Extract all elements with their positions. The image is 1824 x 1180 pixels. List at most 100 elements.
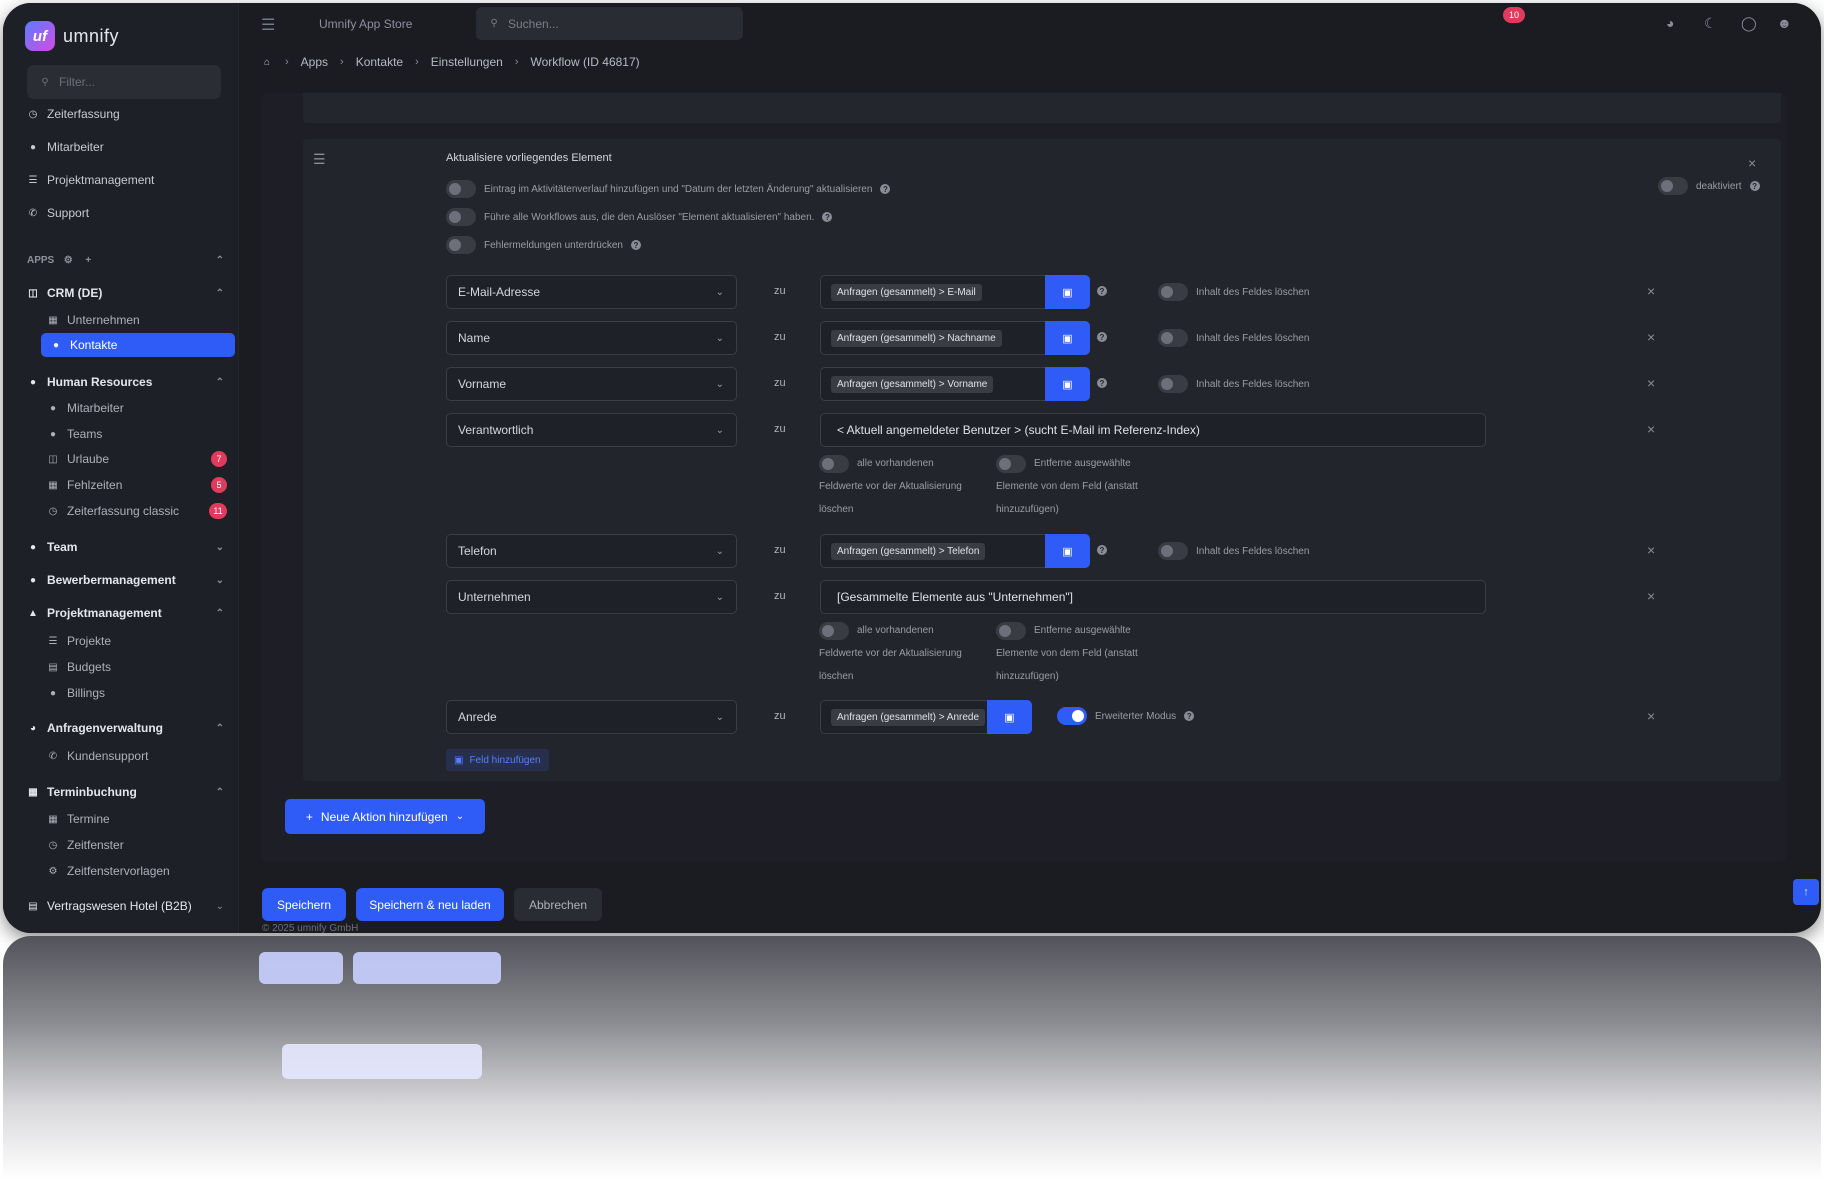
sidebar-item-kundensupport[interactable]: ✆ Kundensupport: [47, 749, 227, 763]
sidebar-item-projektmanagement[interactable]: ☰ Projektmanagement: [27, 173, 155, 187]
clear-field-toggle[interactable]: [1158, 375, 1188, 393]
save-button[interactable]: Speichern: [262, 888, 346, 921]
sidebar-group-crm[interactable]: ◫ CRM (DE) ⌃: [27, 286, 224, 300]
app-store-link[interactable]: Umnify App Store: [319, 17, 412, 31]
save-reload-button[interactable]: Speichern & neu laden: [356, 888, 504, 921]
deactivated-toggle[interactable]: [1658, 177, 1688, 195]
breadcrumb-item[interactable]: Kontakte: [356, 55, 403, 69]
sidebar-item-fehlzeiten[interactable]: ▦ Fehlzeiten 5: [47, 477, 227, 493]
scroll-to-top-button[interactable]: ↑: [1793, 879, 1819, 905]
globe-icon[interactable]: ◕: [1666, 15, 1674, 31]
value-input[interactable]: < Aktuell angemeldeter Benutzer > (sucht…: [820, 413, 1486, 447]
sidebar-filter-input[interactable]: ⚲ Filter...: [27, 65, 221, 99]
help-icon[interactable]: ?: [1097, 286, 1107, 296]
help-icon[interactable]: ?: [1097, 332, 1107, 342]
value-input[interactable]: Anfragen (gesammelt) > E-Mail ▣: [820, 275, 1090, 309]
help-icon[interactable]: ?: [880, 184, 891, 194]
apps-section-header[interactable]: APPS ⚙ + ⌃: [27, 254, 224, 266]
sidebar-group-hr[interactable]: ● Human Resources ⌃: [27, 375, 224, 389]
field-picker-button[interactable]: ▣: [987, 700, 1032, 734]
help-icon[interactable]: ?: [1749, 181, 1760, 191]
sidebar-item-hr-mitarbeiter[interactable]: ● Mitarbeiter: [47, 401, 227, 415]
help-icon[interactable]: ?: [1184, 711, 1195, 721]
sidebar-item-zeiterfassung-classic[interactable]: ◷ Zeiterfassung classic 11: [47, 503, 227, 519]
field-select[interactable]: Anrede ⌄: [446, 700, 737, 734]
gear-icon[interactable]: ⚙: [62, 254, 74, 266]
remove-row-icon[interactable]: ×: [1647, 421, 1655, 437]
breadcrumb-item[interactable]: Einstellungen: [431, 55, 503, 69]
breadcrumb-item[interactable]: Apps: [301, 55, 328, 69]
remove-row-icon[interactable]: ×: [1647, 329, 1655, 345]
sidebar-item-projekte[interactable]: ☰ Projekte: [47, 634, 227, 648]
sidebar-item-termine[interactable]: ▦ Termine: [47, 812, 227, 826]
sidebar-item-zeitfenster[interactable]: ◷ Zeitfenster: [47, 838, 227, 852]
close-action-icon[interactable]: ×: [1748, 155, 1756, 171]
user-icon[interactable]: ☻: [1777, 15, 1792, 31]
chevron-up-icon[interactable]: ⌃: [216, 255, 224, 266]
drag-handle-icon[interactable]: ☰: [313, 151, 326, 168]
sidebar-item-unternehmen[interactable]: ▦ Unternehmen: [47, 313, 227, 327]
value-input[interactable]: Anfragen (gesammelt) > Anrede ▣: [820, 700, 1032, 734]
moon-icon[interactable]: ☾: [1704, 15, 1717, 32]
clear-existing-toggle[interactable]: [819, 454, 849, 473]
plus-icon[interactable]: +: [82, 254, 94, 266]
sidebar-item-zeiterfassung[interactable]: ◷ Zeiterfassung: [27, 107, 120, 121]
sidebar-group-pm[interactable]: ▲ Projektmanagement ⌃: [27, 606, 224, 620]
activity-log-toggle[interactable]: [446, 180, 476, 198]
field-select[interactable]: Telefon ⌄: [446, 534, 737, 568]
advanced-mode-toggle[interactable]: [1057, 707, 1087, 725]
home-icon[interactable]: ⌂: [261, 56, 273, 68]
clear-field-toggle[interactable]: [1158, 283, 1188, 301]
add-field-button[interactable]: ▣ Feld hinzufügen: [446, 749, 549, 771]
field-picker-button[interactable]: ▣: [1045, 534, 1090, 568]
sidebar-group-vertrag[interactable]: ▤ Vertragswesen Hotel (B2B) ⌄: [27, 899, 224, 913]
sidebar-group-team[interactable]: ● Team ⌄: [27, 540, 224, 554]
remove-selected-toggle[interactable]: [996, 454, 1026, 473]
help-icon[interactable]: ?: [1097, 545, 1107, 555]
sidebar-group-termin[interactable]: ▦ Terminbuchung ⌃: [27, 785, 224, 799]
sidebar-item-billings[interactable]: ● Billings: [47, 686, 227, 700]
remove-selected-toggle[interactable]: [996, 621, 1026, 640]
bell-icon[interactable]: ◯: [1741, 15, 1757, 32]
search-input[interactable]: ⚲ Suchen...: [476, 7, 743, 40]
remove-row-icon[interactable]: ×: [1647, 283, 1655, 299]
suppress-errors-toggle[interactable]: [446, 236, 476, 254]
remove-row-icon[interactable]: ×: [1647, 588, 1655, 604]
cancel-button[interactable]: Abbrechen: [514, 888, 602, 921]
field-picker-button[interactable]: ▣: [1045, 321, 1090, 355]
value-input[interactable]: Anfragen (gesammelt) > Telefon ▣: [820, 534, 1090, 568]
field-select[interactable]: Unternehmen ⌄: [446, 580, 737, 614]
field-picker-button[interactable]: ▣: [1045, 275, 1090, 309]
run-workflows-toggle[interactable]: [446, 208, 476, 226]
sidebar-item-budgets[interactable]: ▤ Budgets: [47, 660, 227, 674]
value-input[interactable]: [Gesammelte Elemente aus "Unternehmen"]: [820, 580, 1486, 614]
menu-icon[interactable]: ☰: [261, 15, 275, 35]
help-icon[interactable]: ?: [630, 240, 641, 250]
remove-row-icon[interactable]: ×: [1647, 375, 1655, 391]
field-select[interactable]: Name ⌄: [446, 321, 737, 355]
new-action-button[interactable]: + Neue Aktion hinzufügen ⌄: [285, 799, 485, 834]
value-input[interactable]: Anfragen (gesammelt) > Nachname ▣: [820, 321, 1090, 355]
logo[interactable]: uf umnify: [25, 21, 119, 51]
field-select[interactable]: E-Mail-Adresse ⌄: [446, 275, 737, 309]
sidebar-item-zeitfenstervorlagen[interactable]: ⚙ Zeitfenstervorlagen: [47, 864, 227, 878]
sidebar-item-support[interactable]: ✆ Support: [27, 206, 89, 220]
clear-field-toggle[interactable]: [1158, 329, 1188, 347]
remove-row-icon[interactable]: ×: [1647, 708, 1655, 724]
sidebar-group-bewerber[interactable]: ● Bewerbermanagement ⌄: [27, 573, 224, 587]
value-input[interactable]: Anfragen (gesammelt) > Vorname ▣: [820, 367, 1090, 401]
field-select[interactable]: Vorname ⌄: [446, 367, 737, 401]
field-select[interactable]: Verantwortlich ⌄: [446, 413, 737, 447]
remove-row-icon[interactable]: ×: [1647, 542, 1655, 558]
help-icon[interactable]: ?: [822, 212, 833, 222]
sidebar-item-urlaube[interactable]: ◫ Urlaube 7: [47, 451, 227, 467]
sidebar-item-kontakte[interactable]: ● Kontakte: [41, 333, 235, 357]
sidebar-group-anfragen[interactable]: ◕ Anfragenverwaltung ⌃: [27, 721, 224, 735]
field-picker-button[interactable]: ▣: [1045, 367, 1090, 401]
help-icon[interactable]: ?: [1097, 378, 1107, 388]
clear-existing-toggle[interactable]: [819, 621, 849, 640]
clear-field-toggle[interactable]: [1158, 542, 1188, 560]
sidebar-item-teams[interactable]: ● Teams: [47, 427, 227, 441]
sidebar-item-mitarbeiter[interactable]: ● Mitarbeiter: [27, 140, 104, 154]
brand-name: umnify: [63, 25, 120, 46]
